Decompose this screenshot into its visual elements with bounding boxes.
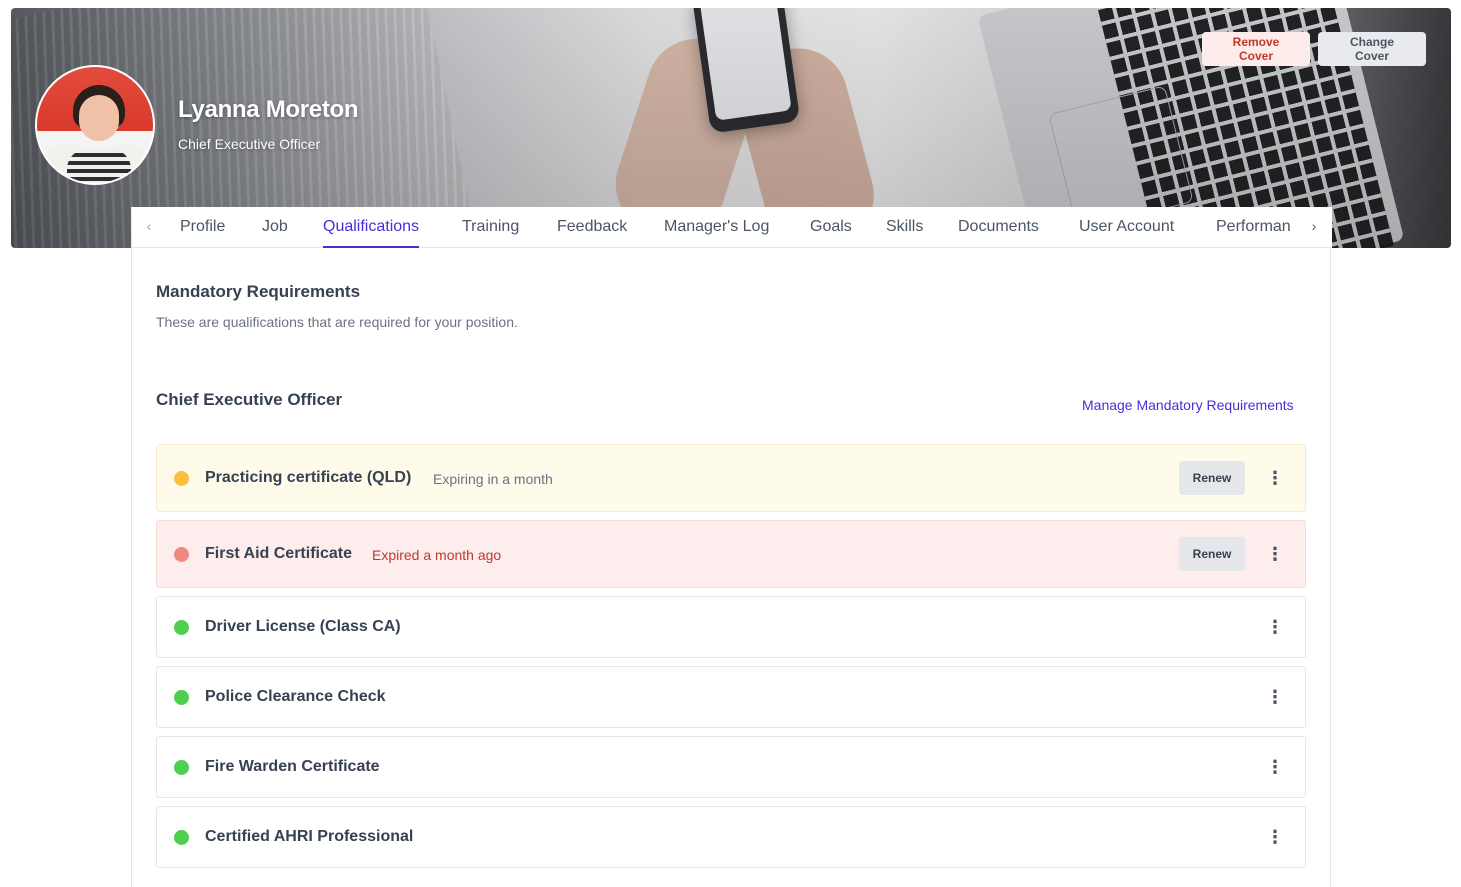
tab-feedback[interactable]: Feedback [557, 218, 627, 248]
qualification-row[interactable]: Fire Warden Certificate ⋮ [156, 736, 1306, 798]
status-dot-valid [174, 620, 189, 635]
renew-button[interactable]: Renew [1179, 461, 1245, 495]
tab-managers-log[interactable]: Manager's Log [664, 218, 769, 248]
tab-job[interactable]: Job [262, 218, 288, 248]
status-dot-valid [174, 760, 189, 775]
tab-qualifications[interactable]: Qualifications [323, 218, 420, 248]
chevron-left-icon[interactable]: ‹ [141, 217, 157, 235]
qualification-name: Police Clearance Check [205, 688, 386, 705]
status-dot-expired [174, 547, 189, 562]
avatar-face [79, 95, 119, 141]
tab-training[interactable]: Training [462, 218, 519, 248]
more-vertical-icon[interactable]: ⋮ [1265, 755, 1285, 779]
qualification-name: Practicing certificate (QLD) [205, 469, 412, 486]
renew-button[interactable]: Renew [1179, 537, 1245, 571]
qualification-row[interactable]: Driver License (Class CA) ⋮ [156, 596, 1306, 658]
qualification-name: Driver License (Class CA) [205, 618, 401, 635]
tab-skills[interactable]: Skills [886, 218, 923, 248]
tab-overflow-clip: Performan [1216, 218, 1300, 248]
qualification-row[interactable]: Practicing certificate (QLD) Expiring in… [156, 444, 1306, 512]
avatar[interactable] [35, 65, 155, 185]
remove-cover-button[interactable]: Remove Cover [1202, 32, 1310, 66]
qualification-name: First Aid Certificate [205, 545, 352, 562]
avatar-shirt [67, 149, 131, 183]
tab-documents[interactable]: Documents [958, 218, 1039, 248]
qualification-row[interactable]: Certified AHRI Professional ⋮ [156, 806, 1306, 868]
qualification-row[interactable]: First Aid Certificate Expired a month ag… [156, 520, 1306, 588]
tab-bar: ‹ Profile Job Qualifications Training Fe… [132, 207, 1332, 248]
chevron-right-icon[interactable]: › [1306, 217, 1322, 235]
tab-profile[interactable]: Profile [180, 218, 225, 248]
more-vertical-icon[interactable]: ⋮ [1265, 685, 1285, 709]
status-dot-warning [174, 471, 189, 486]
status-dot-valid [174, 830, 189, 845]
manage-mandatory-requirements-link[interactable]: Manage Mandatory Requirements [1082, 397, 1294, 413]
qualification-row[interactable]: Police Clearance Check ⋮ [156, 666, 1306, 728]
profile-name: Lyanna Moreton [178, 96, 359, 123]
section-description: These are qualifications that are requir… [156, 314, 518, 330]
more-vertical-icon[interactable]: ⋮ [1265, 615, 1285, 639]
tab-performance[interactable]: Performan [1216, 218, 1291, 248]
qualification-status: Expired a month ago [372, 547, 502, 563]
section-title: Mandatory Requirements [156, 282, 361, 301]
more-vertical-icon[interactable]: ⋮ [1265, 466, 1285, 490]
tab-goals[interactable]: Goals [810, 218, 852, 248]
qualification-status: Expiring in a month [433, 471, 553, 487]
status-dot-valid [174, 690, 189, 705]
more-vertical-icon[interactable]: ⋮ [1265, 825, 1285, 849]
qualification-name: Fire Warden Certificate [205, 758, 380, 775]
position-title: Chief Executive Officer [156, 390, 343, 409]
more-vertical-icon[interactable]: ⋮ [1265, 542, 1285, 566]
profile-job-title: Chief Executive Officer [178, 136, 321, 152]
tab-user-account[interactable]: User Account [1079, 218, 1174, 248]
qualification-name: Certified AHRI Professional [205, 828, 414, 845]
change-cover-button[interactable]: Change Cover [1318, 32, 1426, 66]
